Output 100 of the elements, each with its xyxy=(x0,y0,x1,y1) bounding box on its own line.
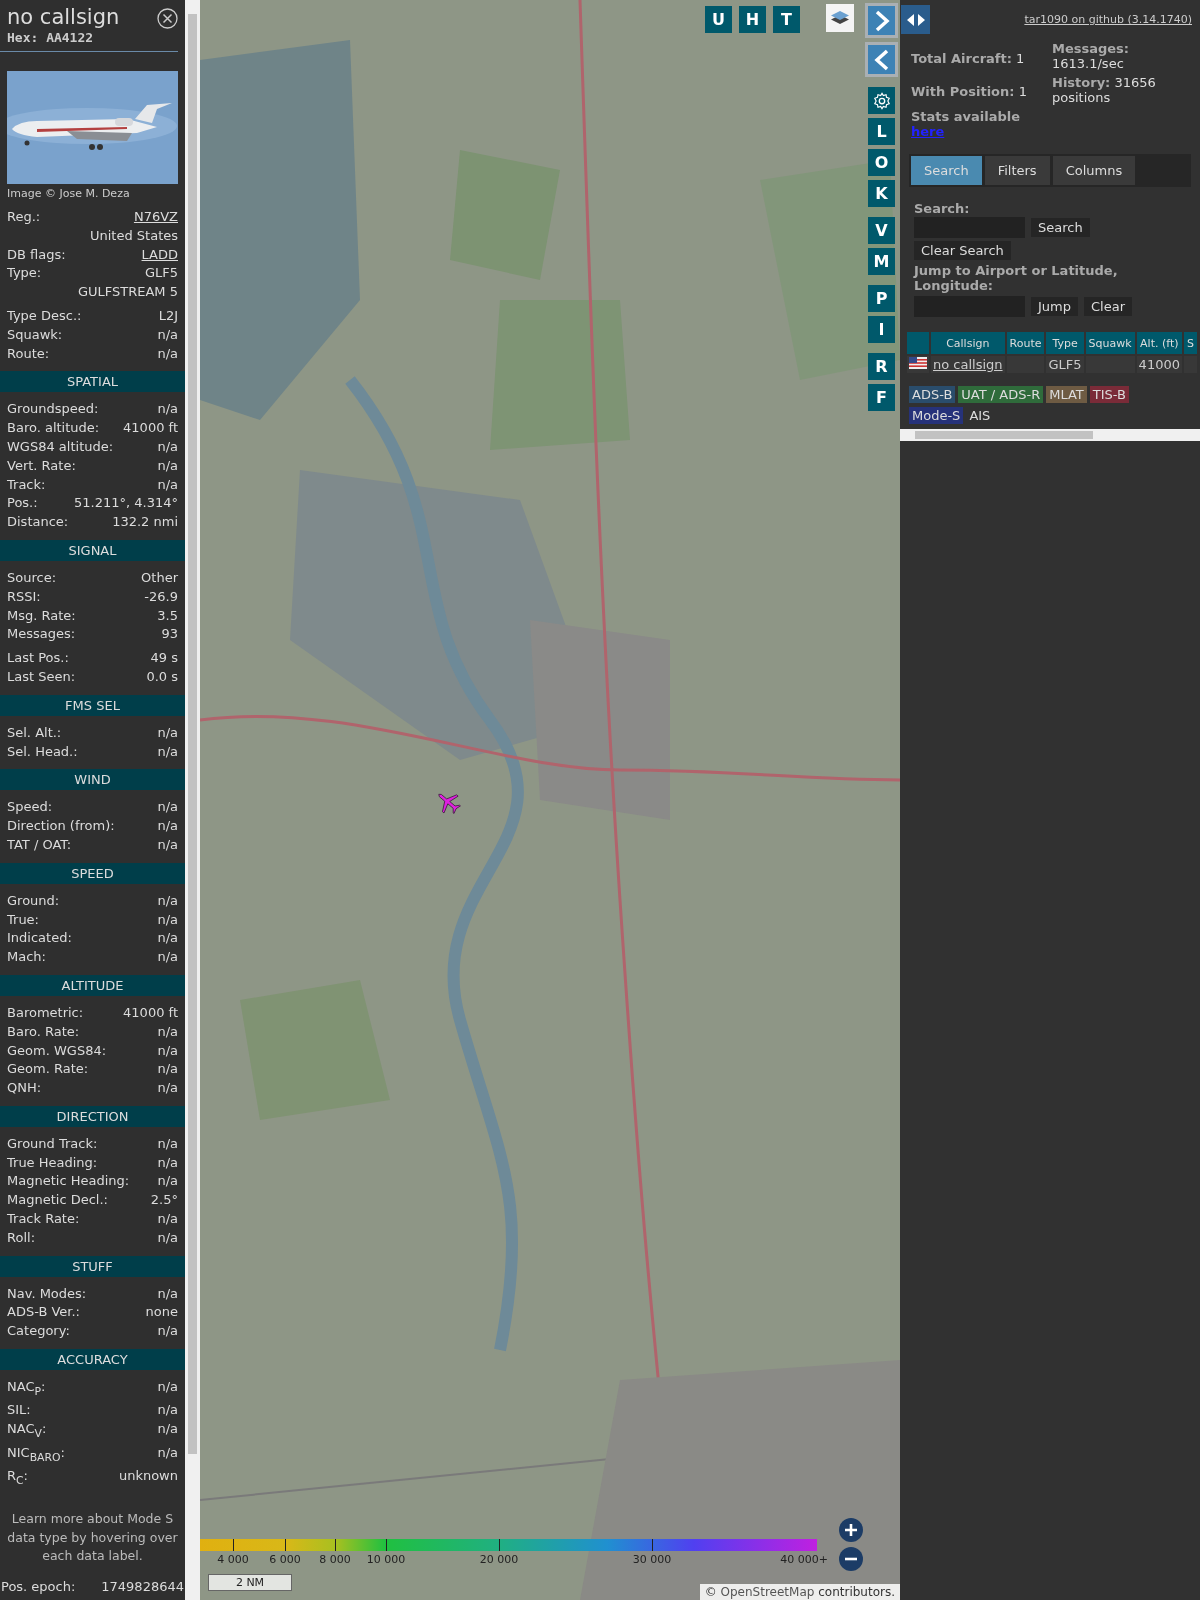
callsign-link[interactable]: no callsign xyxy=(933,357,1003,372)
column-header[interactable]: Route xyxy=(1006,332,1045,354)
clear-search-button[interactable]: Clear Search xyxy=(914,241,1011,260)
column-header[interactable]: S xyxy=(1183,332,1197,354)
field-label: Ground: xyxy=(7,891,60,910)
map-toggle-button[interactable]: L xyxy=(868,118,895,145)
version-link[interactable]: tar1090 on github (3.14.1740) xyxy=(1024,13,1192,26)
close-icon[interactable] xyxy=(157,8,178,29)
field-value: n/a xyxy=(157,1060,178,1079)
field-value: 132.2 nmi xyxy=(112,513,178,532)
flag-icon xyxy=(909,357,927,369)
field-label: Geom. Rate: xyxy=(7,1060,89,1079)
section-header: SPATIAL xyxy=(0,371,185,393)
field-label: Nav. Modes: xyxy=(7,1284,87,1303)
map-toggle-button[interactable]: P xyxy=(868,285,895,312)
field-label: Distance: xyxy=(7,513,69,532)
jump-button[interactable]: Jump xyxy=(1031,297,1078,316)
altitude-label: 10 000 xyxy=(366,1553,406,1566)
field-value: n/a xyxy=(157,742,178,761)
field-value: 1749828644 xyxy=(101,1577,184,1596)
section-header: FMS SEL xyxy=(0,694,185,716)
field-value: n/a xyxy=(157,1228,178,1247)
field-value: n/a xyxy=(157,1022,178,1041)
next-button[interactable] xyxy=(865,3,898,38)
scale-bar: 2 NM xyxy=(208,1574,292,1591)
clear-button[interactable]: Clear xyxy=(1084,297,1132,316)
field-value: n/a xyxy=(157,1134,178,1153)
plus-icon xyxy=(844,1523,858,1537)
field-label: Last Seen: xyxy=(7,667,76,686)
field-label: Roll: xyxy=(7,1228,35,1247)
field-value: 2.5° xyxy=(150,1191,178,1210)
field-label: Category: xyxy=(7,1322,70,1341)
field-label: Ground Track: xyxy=(7,1134,98,1153)
field-link[interactable]: N76VZ xyxy=(133,208,178,227)
map-toggle-button[interactable]: M xyxy=(868,248,895,275)
scrollbar[interactable] xyxy=(185,0,200,1600)
column-header[interactable]: Squawk xyxy=(1085,332,1135,354)
field-value: 93 xyxy=(161,625,178,644)
field-value: n/a xyxy=(157,325,178,344)
map-toggle-button[interactable]: U xyxy=(705,6,732,33)
map-toggle-button[interactable]: T xyxy=(773,6,800,33)
field-value: 0.0 s xyxy=(146,667,178,686)
layers-icon xyxy=(830,9,850,27)
search-button[interactable]: Search xyxy=(1031,218,1090,237)
field-value: 51.211°, 4.314° xyxy=(74,494,178,513)
column-header[interactable]: Alt. (ft) xyxy=(1136,332,1182,354)
field-label: Sel. Head.: xyxy=(7,742,78,761)
field-value: n/a xyxy=(157,1172,178,1191)
column-header[interactable]: Callsign xyxy=(931,332,1005,354)
field-value: n/a xyxy=(157,344,178,363)
back-button[interactable] xyxy=(865,42,898,77)
field-label: Pos. epoch: xyxy=(1,1577,76,1596)
stat-label: Stats available xyxy=(911,109,1022,124)
chevron-left-icon xyxy=(873,48,890,71)
field-value: n/a xyxy=(157,1041,178,1060)
field-value: n/a xyxy=(157,1443,178,1462)
map-toggle-button[interactable]: O xyxy=(868,149,895,176)
section-header: DIRECTION xyxy=(0,1105,185,1127)
layers-button[interactable] xyxy=(826,4,854,32)
altitude-label: 40 000+ xyxy=(780,1553,828,1566)
map-toggle-button[interactable]: V xyxy=(868,217,895,244)
altitude-label: 6 000 xyxy=(269,1553,301,1566)
field-label: Baro. Rate: xyxy=(7,1022,80,1041)
hex-code: Hex: AA4122 xyxy=(6,30,95,45)
field-label: Squawk: xyxy=(7,325,63,344)
scrollbar[interactable] xyxy=(900,429,1200,441)
field-value: 3.5 xyxy=(157,606,178,625)
altitude-label: 4 000 xyxy=(217,1553,249,1566)
source-tag: ADS-B xyxy=(909,386,956,403)
field-value: n/a xyxy=(157,475,178,494)
section-header: SIGNAL xyxy=(0,539,185,561)
attribution-link[interactable]: OpenStreetMap xyxy=(720,1585,815,1599)
field-label: DB flags: xyxy=(7,245,66,264)
map-toggle-button[interactable]: K xyxy=(868,180,895,207)
settings-button[interactable] xyxy=(868,87,895,114)
map-toggle-button[interactable]: I xyxy=(868,316,895,343)
tab[interactable]: Columns xyxy=(1052,156,1136,185)
tab[interactable]: Filters xyxy=(984,156,1050,185)
field-label: Indicated: xyxy=(7,929,72,948)
field-label: R$_{C}$: xyxy=(7,1467,28,1489)
column-header[interactable]: Type xyxy=(1046,332,1084,354)
stat: With Position: 1 xyxy=(911,84,1028,99)
field-label: Direction (from): xyxy=(7,817,115,836)
source-tag: AIS xyxy=(966,407,994,424)
field-link[interactable]: LADD xyxy=(141,245,178,265)
field-value: n/a xyxy=(157,929,178,948)
field-label: SIL: xyxy=(7,1401,31,1420)
field-value: n/a xyxy=(157,456,178,475)
field-value: GULFSTREAM 5 xyxy=(77,283,178,302)
field-value: -26.9 xyxy=(144,587,178,606)
field-value: n/a xyxy=(157,723,178,742)
field-value: 41000 ft xyxy=(123,1003,178,1022)
map-toggle-button[interactable]: H xyxy=(739,6,766,33)
field-label: Type: xyxy=(7,264,42,283)
field-label: Barometric: xyxy=(7,1003,84,1022)
map-toggle-button[interactable]: F xyxy=(868,384,895,411)
field-value: n/a xyxy=(157,1322,178,1341)
collapse-toggle-button[interactable] xyxy=(901,5,930,34)
jump-label: Jump to Airport or Latitude, Longitude: xyxy=(914,263,1119,293)
map-toggle-button[interactable]: R xyxy=(868,353,895,380)
